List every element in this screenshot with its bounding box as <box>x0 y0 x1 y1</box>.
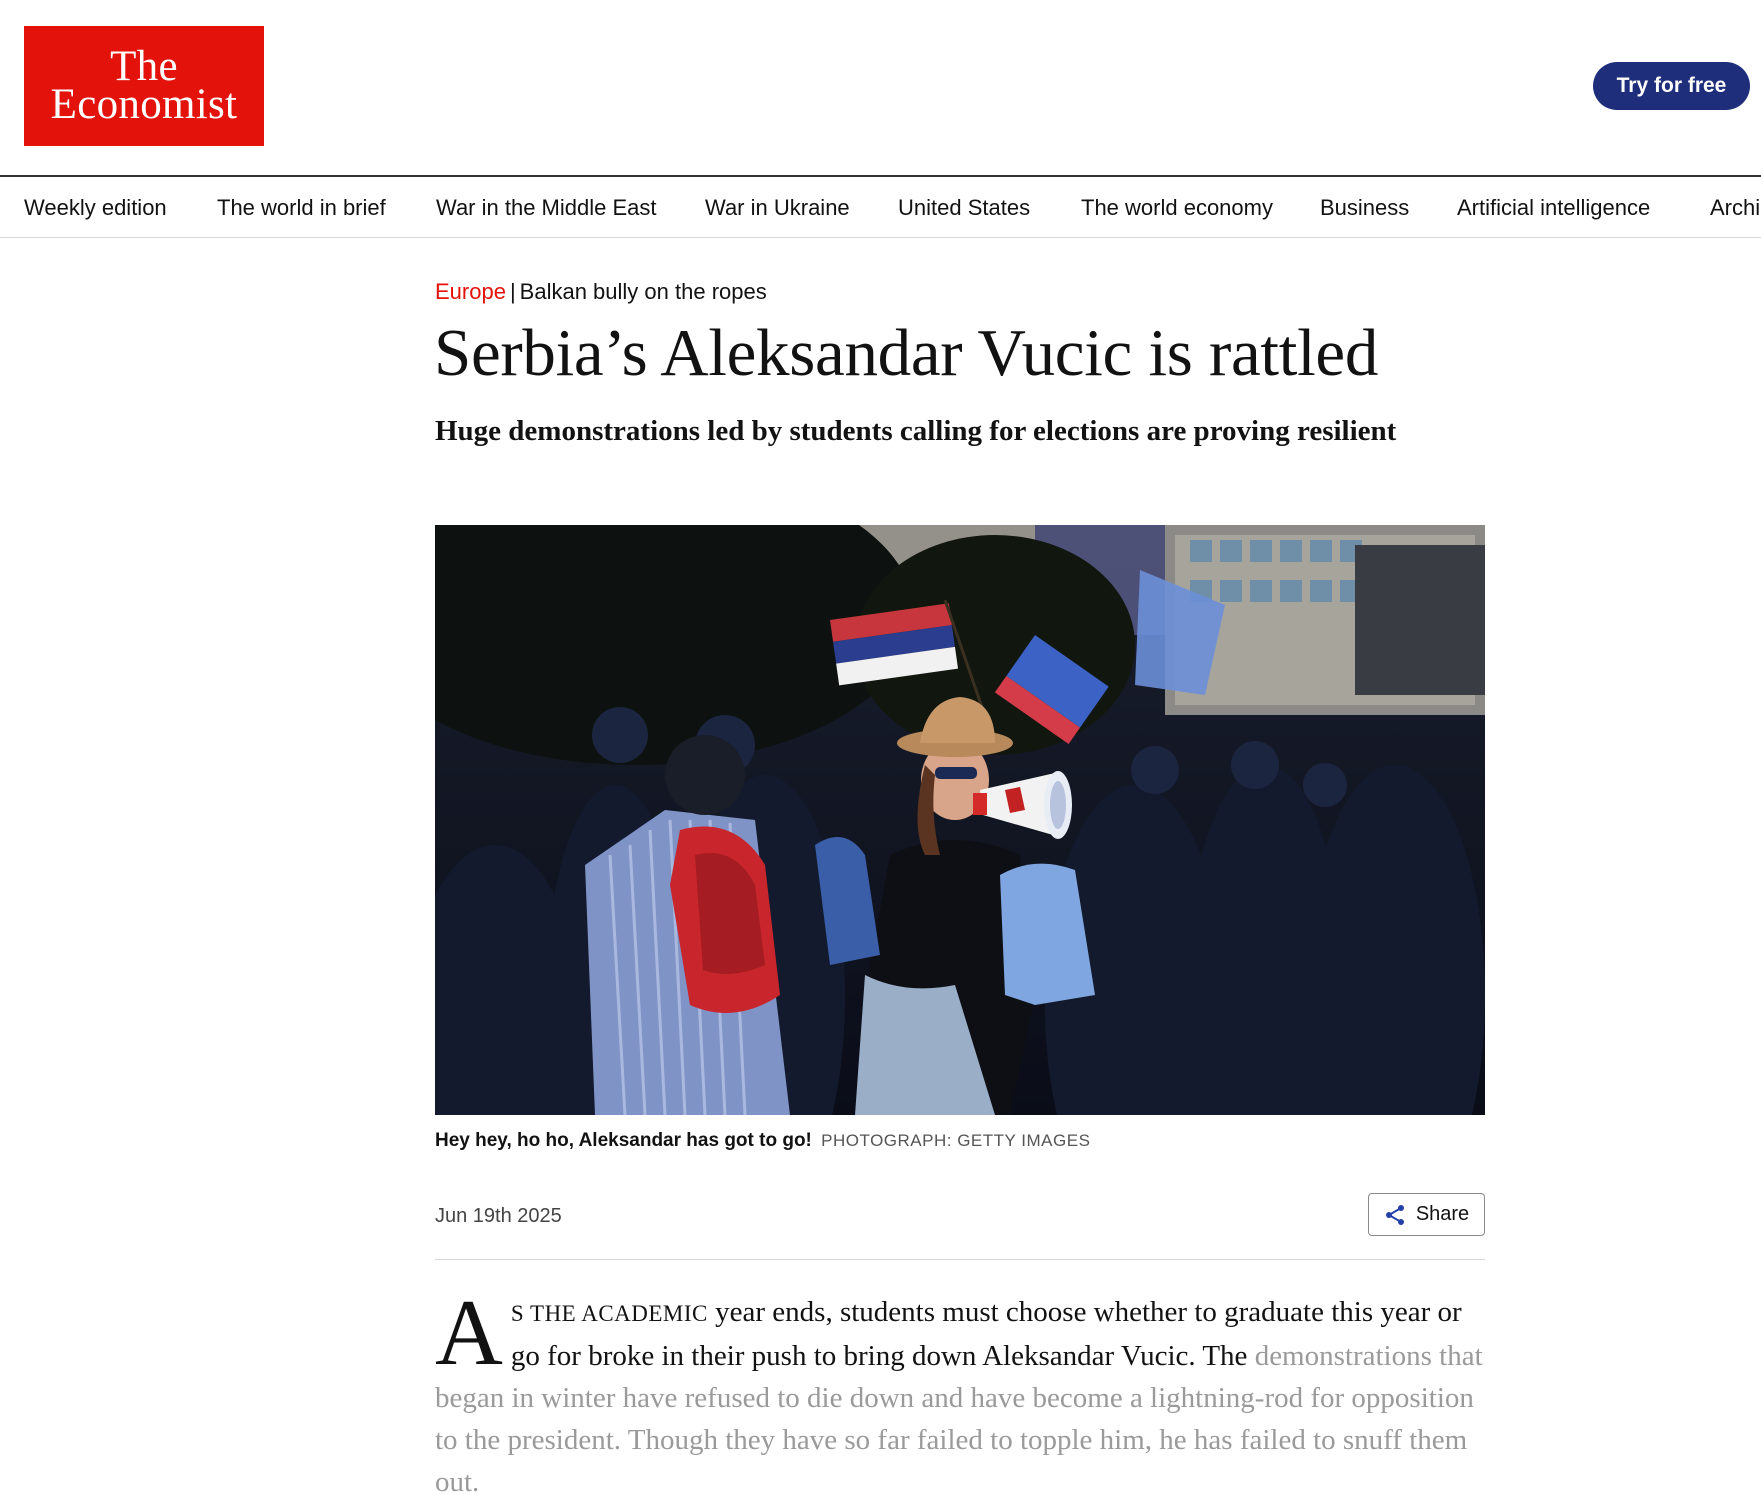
publish-date: Jun 19th 2025 <box>435 1205 562 1227</box>
section-link-europe[interactable]: Europe <box>435 279 506 304</box>
photo-credit: PHOTOGRAPH: GETTY IMAGES <box>821 1131 1091 1150</box>
share-icon <box>1385 1204 1404 1225</box>
try-for-free-button[interactable]: Try for free <box>1593 62 1750 110</box>
protest-photo-illustration <box>435 525 1485 1115</box>
nav-item-business[interactable]: Business <box>1320 195 1409 221</box>
nav-item-world-economy[interactable]: The world economy <box>1081 195 1273 221</box>
main-nav: Weekly edition The world in brief War in… <box>0 175 1761 238</box>
logo-line-economist: Economist <box>50 81 238 128</box>
site-header: The Economist Try for free <box>0 0 1761 176</box>
fly-title: Balkan bully on the ropes <box>519 279 767 304</box>
caption-text: Hey hey, ho ho, Aleksandar has got to go… <box>435 1130 812 1151</box>
nav-item-war-middle-east[interactable]: War in the Middle East <box>436 195 657 221</box>
article-body: As the academic year ends, students must… <box>435 1281 1485 1495</box>
rubric-separator: | <box>509 279 516 304</box>
nav-item-artificial-intelligence[interactable]: Artificial intelligence <box>1457 195 1650 221</box>
article-rubric: Europe | Balkan bully on the ropes <box>435 279 767 305</box>
nav-item-united-states[interactable]: United States <box>898 195 1030 221</box>
nav-item-war-ukraine[interactable]: War in Ukraine <box>705 195 850 221</box>
drop-cap: A <box>435 1281 503 1385</box>
article-divider <box>435 1259 1485 1260</box>
share-button[interactable]: Share <box>1368 1193 1485 1236</box>
small-caps-lead: s the academic <box>510 1301 708 1326</box>
nav-item-weekly-edition[interactable]: Weekly edition <box>24 195 167 221</box>
nav-item-archive[interactable]: Archi <box>1710 195 1760 221</box>
article-subheadline: Huge demonstrations led by students call… <box>435 415 1397 447</box>
article-headline: Serbia’s Aleksandar Vucic is rattled <box>434 316 1379 390</box>
photo-caption: Hey hey, ho ho, Aleksandar has got to go… <box>435 1130 1090 1152</box>
article-photo <box>435 525 1485 1115</box>
economist-logo[interactable]: The Economist <box>24 26 264 146</box>
nav-item-world-in-brief[interactable]: The world in brief <box>217 195 386 221</box>
share-label: Share <box>1415 1203 1470 1225</box>
